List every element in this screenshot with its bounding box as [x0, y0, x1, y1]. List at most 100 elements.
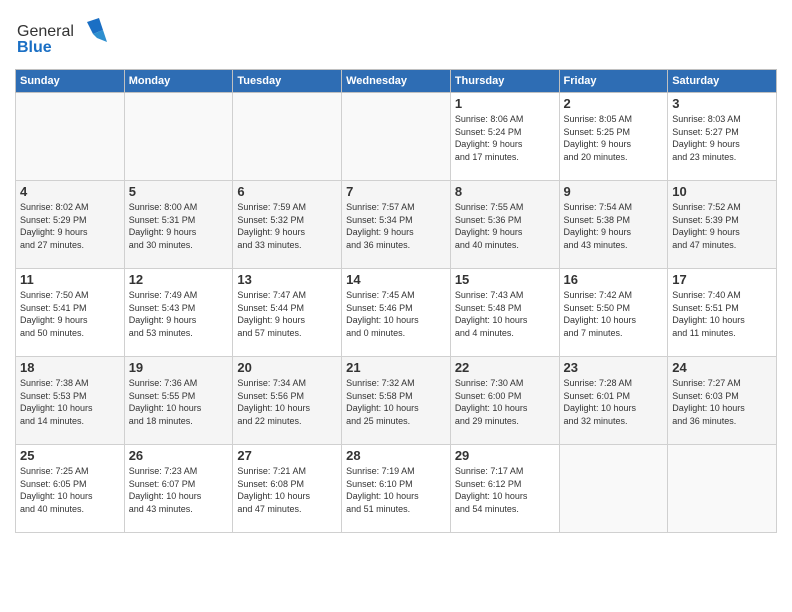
calendar-cell: [233, 93, 342, 181]
day-number: 8: [455, 184, 555, 199]
calendar-cell: 19 Sunrise: 7:36 AM Sunset: 5:55 PM Dayli…: [124, 357, 233, 445]
calendar-cell: [16, 93, 125, 181]
day-number: 22: [455, 360, 555, 375]
day-number: 9: [564, 184, 664, 199]
day-info: Sunrise: 7:21 AM Sunset: 6:08 PM Dayligh…: [237, 465, 337, 515]
day-number: 16: [564, 272, 664, 287]
day-info: Sunrise: 7:47 AM Sunset: 5:44 PM Dayligh…: [237, 289, 337, 339]
calendar-cell: 22 Sunrise: 7:30 AM Sunset: 6:00 PM Dayli…: [450, 357, 559, 445]
day-number: 21: [346, 360, 446, 375]
calendar-cell: 11 Sunrise: 7:50 AM Sunset: 5:41 PM Dayli…: [16, 269, 125, 357]
day-info: Sunrise: 7:43 AM Sunset: 5:48 PM Dayligh…: [455, 289, 555, 339]
day-info: Sunrise: 7:19 AM Sunset: 6:10 PM Dayligh…: [346, 465, 446, 515]
day-info: Sunrise: 7:34 AM Sunset: 5:56 PM Dayligh…: [237, 377, 337, 427]
day-number: 14: [346, 272, 446, 287]
calendar-cell: 1 Sunrise: 8:06 AM Sunset: 5:24 PM Daylig…: [450, 93, 559, 181]
calendar-cell: 25 Sunrise: 7:25 AM Sunset: 6:05 PM Dayli…: [16, 445, 125, 533]
day-info: Sunrise: 7:42 AM Sunset: 5:50 PM Dayligh…: [564, 289, 664, 339]
calendar-cell: [668, 445, 777, 533]
day-number: 11: [20, 272, 120, 287]
day-number: 5: [129, 184, 229, 199]
calendar-cell: 21 Sunrise: 7:32 AM Sunset: 5:58 PM Dayli…: [342, 357, 451, 445]
day-number: 6: [237, 184, 337, 199]
day-header-saturday: Saturday: [668, 70, 777, 93]
day-number: 4: [20, 184, 120, 199]
calendar-cell: 15 Sunrise: 7:43 AM Sunset: 5:48 PM Dayli…: [450, 269, 559, 357]
calendar-cell: 26Sunrise: 7:23 AM Sunset: 6:07 PM Dayli…: [124, 445, 233, 533]
day-info: Sunrise: 7:57 AM Sunset: 5:34 PM Dayligh…: [346, 201, 446, 251]
day-number: 10: [672, 184, 772, 199]
day-header-monday: Monday: [124, 70, 233, 93]
day-number: 23: [564, 360, 664, 375]
day-number: 27: [237, 448, 337, 463]
calendar-week-1: 1 Sunrise: 8:06 AM Sunset: 5:24 PM Daylig…: [16, 93, 777, 181]
day-number: 13: [237, 272, 337, 287]
day-header-sunday: Sunday: [16, 70, 125, 93]
day-header-thursday: Thursday: [450, 70, 559, 93]
logo: General Blue: [15, 14, 125, 63]
day-info: Sunrise: 8:02 AM Sunset: 5:29 PM Dayligh…: [20, 201, 120, 251]
day-info: Sunrise: 8:00 AM Sunset: 5:31 PM Dayligh…: [129, 201, 229, 251]
day-number: 29: [455, 448, 555, 463]
calendar-cell: [342, 93, 451, 181]
calendar-cell: 17 Sunrise: 7:40 AM Sunset: 5:51 PM Dayli…: [668, 269, 777, 357]
day-info: Sunrise: 8:05 AM Sunset: 5:25 PM Dayligh…: [564, 113, 664, 163]
day-number: 17: [672, 272, 772, 287]
calendar-week-5: 25 Sunrise: 7:25 AM Sunset: 6:05 PM Dayli…: [16, 445, 777, 533]
day-info: Sunrise: 7:54 AM Sunset: 5:38 PM Dayligh…: [564, 201, 664, 251]
calendar-cell: 13 Sunrise: 7:47 AM Sunset: 5:44 PM Dayli…: [233, 269, 342, 357]
day-info: Sunrise: 7:59 AM Sunset: 5:32 PM Dayligh…: [237, 201, 337, 251]
calendar-cell: 5 Sunrise: 8:00 AM Sunset: 5:31 PM Daylig…: [124, 181, 233, 269]
calendar-cell: 6 Sunrise: 7:59 AM Sunset: 5:32 PM Daylig…: [233, 181, 342, 269]
calendar-cell: 23 Sunrise: 7:28 AM Sunset: 6:01 PM Dayli…: [559, 357, 668, 445]
day-number: 1: [455, 96, 555, 111]
day-info: Sunrise: 7:27 AM Sunset: 6:03 PM Dayligh…: [672, 377, 772, 427]
day-info: Sunrise: 7:25 AM Sunset: 6:05 PM Dayligh…: [20, 465, 120, 515]
header: General Blue: [15, 10, 777, 63]
calendar-cell: [124, 93, 233, 181]
day-number: 20: [237, 360, 337, 375]
calendar-cell: 27 Sunrise: 7:21 AM Sunset: 6:08 PM Dayli…: [233, 445, 342, 533]
calendar-cell: 29Sunrise: 7:17 AM Sunset: 6:12 PM Dayli…: [450, 445, 559, 533]
calendar-table: SundayMondayTuesdayWednesdayThursdayFrid…: [15, 69, 777, 533]
day-info: Sunrise: 7:30 AM Sunset: 6:00 PM Dayligh…: [455, 377, 555, 427]
calendar-cell: [559, 445, 668, 533]
calendar-cell: 16 Sunrise: 7:42 AM Sunset: 5:50 PM Dayli…: [559, 269, 668, 357]
calendar-cell: 24 Sunrise: 7:27 AM Sunset: 6:03 PM Dayli…: [668, 357, 777, 445]
day-info: Sunrise: 8:06 AM Sunset: 5:24 PM Dayligh…: [455, 113, 555, 163]
day-number: 25: [20, 448, 120, 463]
calendar-cell: 9 Sunrise: 7:54 AM Sunset: 5:38 PM Daylig…: [559, 181, 668, 269]
day-headers-row: SundayMondayTuesdayWednesdayThursdayFrid…: [16, 70, 777, 93]
day-header-wednesday: Wednesday: [342, 70, 451, 93]
day-number: 24: [672, 360, 772, 375]
logo-svg: General Blue: [15, 14, 125, 58]
calendar-cell: 20 Sunrise: 7:34 AM Sunset: 5:56 PM Dayli…: [233, 357, 342, 445]
day-header-tuesday: Tuesday: [233, 70, 342, 93]
day-number: 28: [346, 448, 446, 463]
day-header-friday: Friday: [559, 70, 668, 93]
day-number: 18: [20, 360, 120, 375]
day-number: 26: [129, 448, 229, 463]
calendar-cell: 3Sunrise: 8:03 AM Sunset: 5:27 PM Daylig…: [668, 93, 777, 181]
day-number: 7: [346, 184, 446, 199]
day-info: Sunrise: 7:28 AM Sunset: 6:01 PM Dayligh…: [564, 377, 664, 427]
day-number: 3: [672, 96, 772, 111]
day-info: Sunrise: 7:50 AM Sunset: 5:41 PM Dayligh…: [20, 289, 120, 339]
calendar-cell: 2 Sunrise: 8:05 AM Sunset: 5:25 PM Daylig…: [559, 93, 668, 181]
day-info: Sunrise: 7:49 AM Sunset: 5:43 PM Dayligh…: [129, 289, 229, 339]
day-number: 2: [564, 96, 664, 111]
day-info: Sunrise: 7:55 AM Sunset: 5:36 PM Dayligh…: [455, 201, 555, 251]
day-number: 19: [129, 360, 229, 375]
day-info: Sunrise: 7:38 AM Sunset: 5:53 PM Dayligh…: [20, 377, 120, 427]
day-info: Sunrise: 7:32 AM Sunset: 5:58 PM Dayligh…: [346, 377, 446, 427]
calendar-week-2: 4 Sunrise: 8:02 AM Sunset: 5:29 PM Daylig…: [16, 181, 777, 269]
day-number: 12: [129, 272, 229, 287]
calendar-week-3: 11 Sunrise: 7:50 AM Sunset: 5:41 PM Dayli…: [16, 269, 777, 357]
calendar-cell: 12 Sunrise: 7:49 AM Sunset: 5:43 PM Dayli…: [124, 269, 233, 357]
calendar-cell: 14Sunrise: 7:45 AM Sunset: 5:46 PM Dayli…: [342, 269, 451, 357]
page-container: General Blue SundayMondayTuesdayWednesda…: [0, 0, 792, 543]
day-number: 15: [455, 272, 555, 287]
day-info: Sunrise: 7:40 AM Sunset: 5:51 PM Dayligh…: [672, 289, 772, 339]
calendar-cell: 8 Sunrise: 7:55 AM Sunset: 5:36 PM Daylig…: [450, 181, 559, 269]
day-info: Sunrise: 7:36 AM Sunset: 5:55 PM Dayligh…: [129, 377, 229, 427]
